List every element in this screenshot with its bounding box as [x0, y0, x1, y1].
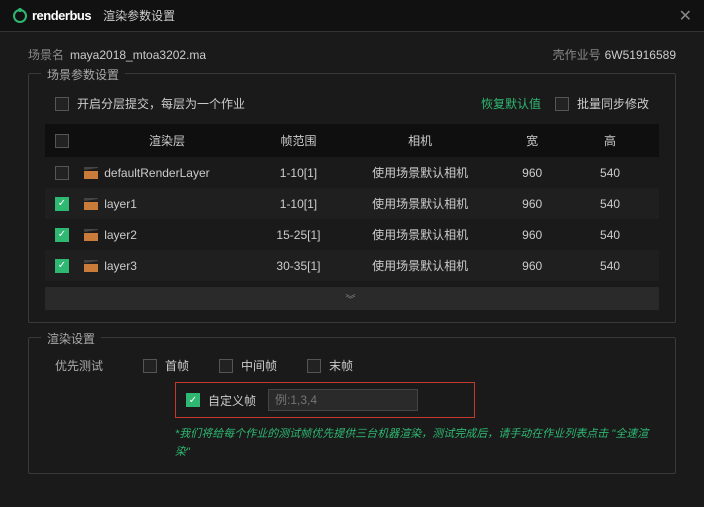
table-row[interactable]: layer3 30-35[1]使用场景默认相机960540 — [45, 250, 659, 281]
row-checkbox[interactable] — [55, 197, 69, 211]
camera-cell: 使用场景默认相机 — [347, 164, 493, 181]
row-checkbox[interactable] — [55, 228, 69, 242]
clapper-icon — [84, 198, 98, 210]
table-header: 渲染层 帧范围 相机 宽 高 — [45, 124, 659, 157]
first-frame-label: 首帧 — [165, 357, 189, 374]
col-height-header: 高 — [571, 132, 649, 149]
camera-cell: 使用场景默认相机 — [347, 226, 493, 243]
restore-defaults-link[interactable]: 恢复默认值 — [481, 95, 541, 112]
last-frame-label: 末帧 — [329, 357, 353, 374]
layers-table: 渲染层 帧范围 相机 宽 高 defaultRenderLayer 1-10[1]… — [45, 124, 659, 281]
scene-value: maya2018_mtoa3202.ma — [70, 48, 206, 62]
mid-frame-checkbox[interactable] — [219, 359, 233, 373]
width-cell: 960 — [493, 166, 571, 180]
select-all-checkbox[interactable] — [55, 134, 69, 148]
frame-range: 15-25[1] — [250, 228, 347, 242]
layer-name: layer2 — [104, 228, 137, 242]
titlebar: renderbus 渲染参数设置 ✕ — [0, 0, 704, 32]
render-settings-panel: 渲染设置 优先测试 首帧 中间帧 末帧 自定义帧 *我们将给每个作业的测试帧优先… — [28, 337, 676, 474]
col-layer-header: 渲染层 — [84, 132, 250, 149]
width-cell: 960 — [493, 228, 571, 242]
first-frame-checkbox[interactable] — [143, 359, 157, 373]
mid-frame-label: 中间帧 — [241, 357, 277, 374]
custom-frame-checkbox[interactable] — [186, 393, 200, 407]
custom-frame-input[interactable] — [268, 389, 418, 411]
frame-range: 1-10[1] — [250, 197, 347, 211]
scene-params-panel: 场景参数设置 开启分层提交，每层为一个作业 恢复默认值 批量同步修改 渲染层 帧… — [28, 73, 676, 323]
height-cell: 540 — [571, 259, 649, 273]
layer-name: layer3 — [104, 259, 137, 273]
close-icon[interactable]: ✕ — [679, 6, 692, 26]
job-label: 壳作业号 — [553, 46, 601, 63]
height-cell: 540 — [571, 228, 649, 242]
table-row[interactable]: layer1 1-10[1]使用场景默认相机960540 — [45, 188, 659, 219]
expand-toggle[interactable]: ︾ — [45, 287, 659, 310]
custom-frame-row: 自定义帧 — [175, 382, 475, 418]
height-cell: 540 — [571, 197, 649, 211]
camera-cell: 使用场景默认相机 — [347, 195, 493, 212]
width-cell: 960 — [493, 259, 571, 273]
custom-frame-label: 自定义帧 — [208, 392, 256, 409]
scene-panel-title: 场景参数设置 — [41, 66, 125, 83]
layer-submit-label: 开启分层提交，每层为一个作业 — [77, 95, 245, 112]
clapper-icon — [84, 229, 98, 241]
batch-sync-label: 批量同步修改 — [577, 95, 649, 112]
height-cell: 540 — [571, 166, 649, 180]
row-checkbox[interactable] — [55, 166, 69, 180]
camera-cell: 使用场景默认相机 — [347, 257, 493, 274]
logo: renderbus — [12, 8, 91, 24]
col-camera-header: 相机 — [347, 132, 493, 149]
clapper-icon — [84, 260, 98, 272]
layer-name: layer1 — [104, 197, 137, 211]
frame-range: 1-10[1] — [250, 166, 347, 180]
window-title: 渲染参数设置 — [103, 7, 175, 24]
scene-label: 场景名 — [28, 46, 64, 63]
width-cell: 960 — [493, 197, 571, 211]
row-checkbox[interactable] — [55, 259, 69, 273]
layer-name: defaultRenderLayer — [104, 166, 209, 180]
clapper-icon — [84, 167, 98, 179]
hint-text: *我们将给每个作业的测试帧优先提供三台机器渲染，测试完成后，请手动在作业列表点击… — [175, 426, 659, 461]
col-width-header: 宽 — [493, 132, 571, 149]
render-panel-title: 渲染设置 — [41, 330, 101, 347]
job-value: 6W51916589 — [605, 48, 676, 62]
frame-range: 30-35[1] — [250, 259, 347, 273]
last-frame-checkbox[interactable] — [307, 359, 321, 373]
table-row[interactable]: layer2 15-25[1]使用场景默认相机960540 — [45, 219, 659, 250]
batch-sync-checkbox[interactable] — [555, 97, 569, 111]
brand-text: renderbus — [32, 8, 91, 23]
col-range-header: 帧范围 — [250, 132, 347, 149]
logo-icon — [12, 8, 28, 24]
layer-submit-checkbox[interactable] — [55, 97, 69, 111]
table-row[interactable]: defaultRenderLayer 1-10[1]使用场景默认相机960540 — [45, 157, 659, 188]
priority-test-label: 优先测试 — [55, 357, 103, 374]
